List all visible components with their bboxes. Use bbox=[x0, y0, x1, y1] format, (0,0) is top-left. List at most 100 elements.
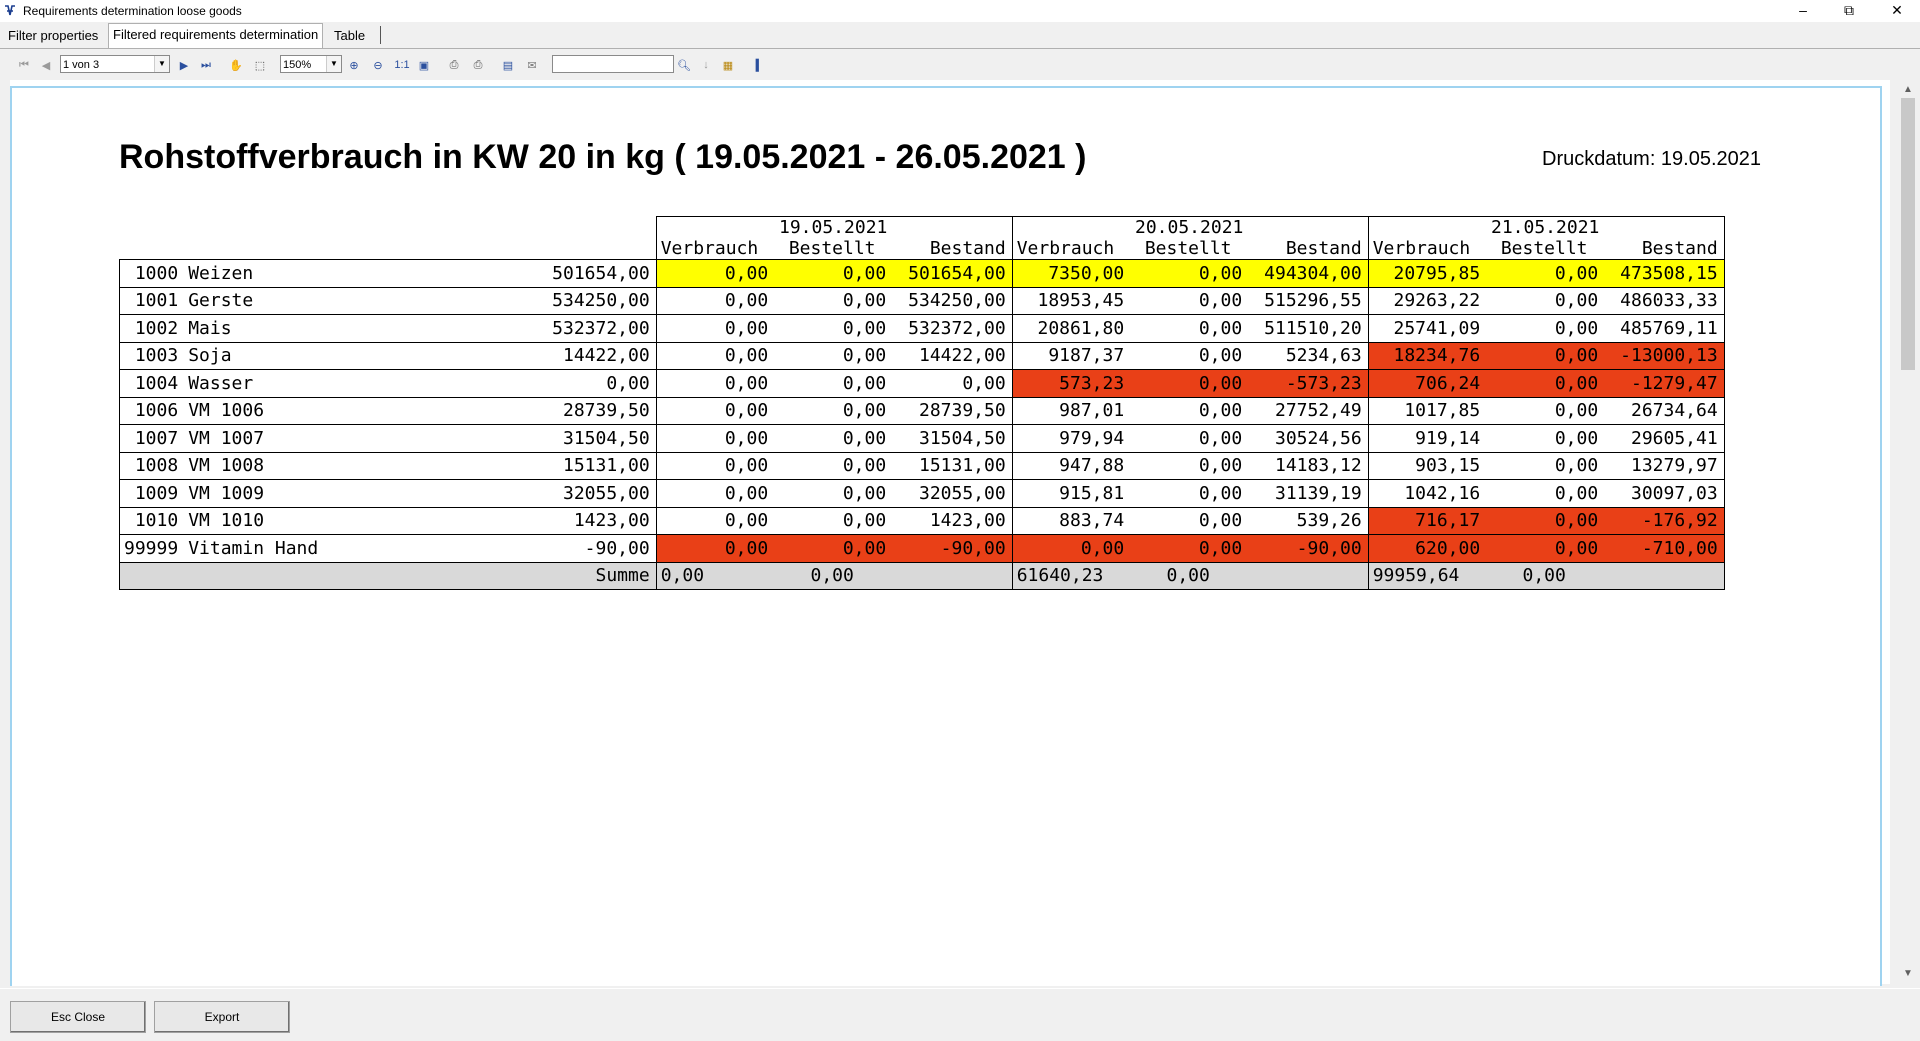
material-code-cell: 1003 bbox=[119, 341, 185, 370]
ordered-cell: 0,00 bbox=[774, 479, 893, 508]
ordered-cell: 0,00 bbox=[1486, 314, 1605, 343]
esc-close-button[interactable]: Esc Close bbox=[10, 1001, 146, 1033]
last-page-icon[interactable]: ⏭ bbox=[198, 57, 214, 73]
restore-button[interactable]: ⧉ bbox=[1826, 0, 1872, 22]
ordered-cell: 0,00 bbox=[1130, 286, 1249, 315]
ordered-cell: 0,00 bbox=[774, 286, 893, 315]
ordered-cell: 0,00 bbox=[1486, 424, 1605, 453]
material-code-cell: 99999 bbox=[119, 534, 185, 563]
date-header: 21.05.2021 bbox=[1368, 216, 1725, 238]
print-setup-icon[interactable]: ⎙ bbox=[470, 57, 486, 73]
material-name-cell: Vitamin Hand bbox=[184, 534, 373, 563]
search-input[interactable] bbox=[552, 55, 674, 73]
save-icon[interactable]: ▤ bbox=[500, 57, 516, 73]
email-icon[interactable]: ✉ bbox=[524, 57, 540, 73]
material-code-cell: 1004 bbox=[119, 369, 185, 398]
stock-cell: 511510,20 bbox=[1248, 314, 1369, 343]
consumption-cell: 0,00 bbox=[656, 259, 775, 288]
stock-cell: 534250,00 bbox=[892, 286, 1013, 315]
column-header-row: Verbrauch Bestellt Bestand Verbrauch Bes… bbox=[120, 238, 1725, 260]
ordered-cell: 0,00 bbox=[1130, 424, 1249, 453]
report-title: Rohstoffverbrauch in KW 20 in kg ( 19.05… bbox=[119, 138, 1087, 176]
stock-cell: 29605,41 bbox=[1604, 424, 1725, 453]
first-page-icon[interactable]: ⏮ bbox=[16, 57, 32, 73]
scrollbar-thumb[interactable] bbox=[1901, 98, 1915, 370]
zoom-in-icon[interactable]: ⊕ bbox=[346, 57, 362, 73]
material-name-cell: VM 1010 bbox=[184, 506, 373, 535]
initial-stock-cell: 501654,00 bbox=[372, 259, 657, 288]
zoom-selector[interactable]: 150% ▼ bbox=[280, 55, 342, 73]
export-folder-icon[interactable]: ▦ bbox=[720, 57, 736, 73]
table-row: 1000 Weizen 501654,00 0,00 0,00 501654,00 7350… bbox=[119, 259, 1725, 288]
consumption-cell: 903,15 bbox=[1368, 451, 1487, 480]
bookmark-icon[interactable]: ▍ bbox=[752, 57, 768, 73]
actual-size-button[interactable]: 1:1 bbox=[392, 57, 412, 73]
tab-filtered-requirements[interactable]: Filtered requirements determination bbox=[108, 23, 324, 48]
header-spacer bbox=[120, 238, 657, 260]
material-code-cell: 1008 bbox=[119, 451, 185, 480]
window-title: Requirements determination loose goods bbox=[23, 4, 242, 18]
next-page-icon[interactable]: ▶ bbox=[176, 57, 192, 73]
scroll-up-icon[interactable]: ▲ bbox=[1896, 82, 1920, 98]
consumption-table: 19.05.2021 20.05.2021 21.05.2021 Verbrau… bbox=[119, 216, 1725, 590]
material-code-cell: 1000 bbox=[119, 259, 185, 288]
ordered-cell: 0,00 bbox=[774, 314, 893, 343]
stock-cell: 0,00 bbox=[892, 369, 1013, 398]
initial-stock-cell: 32055,00 bbox=[372, 479, 657, 508]
stock-cell: 14422,00 bbox=[892, 341, 1013, 370]
previous-page-icon[interactable]: ◀ bbox=[38, 57, 54, 73]
stock-cell: 494304,00 bbox=[1248, 259, 1369, 288]
consumption-cell: 18953,45 bbox=[1012, 286, 1131, 315]
consumption-cell: 0,00 bbox=[656, 479, 775, 508]
ordered-cell: 0,00 bbox=[774, 341, 893, 370]
search-icon[interactable]: 🔍︎ bbox=[676, 57, 692, 73]
consumption-cell: 7350,00 bbox=[1012, 259, 1131, 288]
column-header-bestand: Bestand bbox=[1604, 238, 1725, 260]
zoom-out-icon[interactable]: ⊖ bbox=[370, 57, 386, 73]
table-row: 1003 Soja 14422,00 0,00 0,00 14422,00 9187,37 0… bbox=[119, 341, 1725, 370]
consumption-cell: 987,01 bbox=[1012, 396, 1131, 425]
search-next-icon[interactable]: ↓ bbox=[698, 57, 714, 73]
stock-cell: -573,23 bbox=[1248, 369, 1369, 398]
ordered-cell: 0,00 bbox=[1130, 314, 1249, 343]
tab-bar: Filter properties Filtered requirements … bbox=[0, 22, 1920, 49]
table-row: 1009 VM 1009 32055,00 0,00 0,00 32055,00 915,8… bbox=[119, 479, 1725, 508]
stock-cell: 532372,00 bbox=[892, 314, 1013, 343]
ordered-cell: 0,00 bbox=[1486, 396, 1605, 425]
consumption-cell: 29263,22 bbox=[1368, 286, 1487, 315]
ordered-cell: 0,00 bbox=[1130, 396, 1249, 425]
stock-cell: 26734,64 bbox=[1604, 396, 1725, 425]
tab-separator bbox=[380, 26, 381, 44]
table-row: 99999 Vitamin Hand -90,00 0,00 0,00 -90,00 0,0… bbox=[119, 534, 1725, 563]
ordered-cell: 0,00 bbox=[1130, 369, 1249, 398]
consumption-cell: 915,81 bbox=[1012, 479, 1131, 508]
sum-cell bbox=[1248, 561, 1369, 590]
tab-filter-properties[interactable]: Filter properties bbox=[4, 25, 102, 47]
print-icon[interactable]: ⎙ bbox=[446, 57, 462, 73]
hand-tool-icon[interactable]: ✋ bbox=[228, 57, 244, 73]
sum-cell: 0,00 bbox=[1130, 561, 1249, 590]
consumption-cell: 706,24 bbox=[1368, 369, 1487, 398]
fit-page-icon[interactable]: ▣ bbox=[416, 57, 432, 73]
consumption-cell: 0,00 bbox=[656, 314, 775, 343]
consumption-cell: 20861,80 bbox=[1012, 314, 1131, 343]
material-code-cell: 1002 bbox=[119, 314, 185, 343]
minimize-button[interactable]: – bbox=[1780, 0, 1826, 22]
page-selector[interactable]: 1 von 3 ▼ bbox=[60, 55, 170, 73]
initial-stock-cell: 534250,00 bbox=[372, 286, 657, 315]
consumption-cell: 883,74 bbox=[1012, 506, 1131, 535]
ordered-cell: 0,00 bbox=[1130, 506, 1249, 535]
stock-cell: 486033,33 bbox=[1604, 286, 1725, 315]
vertical-scrollbar[interactable]: ▲ ▼ bbox=[1896, 80, 1920, 984]
consumption-cell: 20795,85 bbox=[1368, 259, 1487, 288]
select-tool-icon[interactable]: ⬚ bbox=[252, 57, 268, 73]
scroll-down-icon[interactable]: ▼ bbox=[1896, 966, 1920, 982]
ordered-cell: 0,00 bbox=[1130, 534, 1249, 563]
material-name-cell: Mais bbox=[184, 314, 373, 343]
close-window-button[interactable]: ✕ bbox=[1874, 0, 1920, 22]
column-header-bestand: Bestand bbox=[892, 238, 1013, 260]
stock-cell: -710,00 bbox=[1604, 534, 1725, 563]
tab-table[interactable]: Table bbox=[330, 25, 369, 47]
export-button[interactable]: Export bbox=[154, 1001, 290, 1033]
ordered-cell: 0,00 bbox=[1486, 534, 1605, 563]
